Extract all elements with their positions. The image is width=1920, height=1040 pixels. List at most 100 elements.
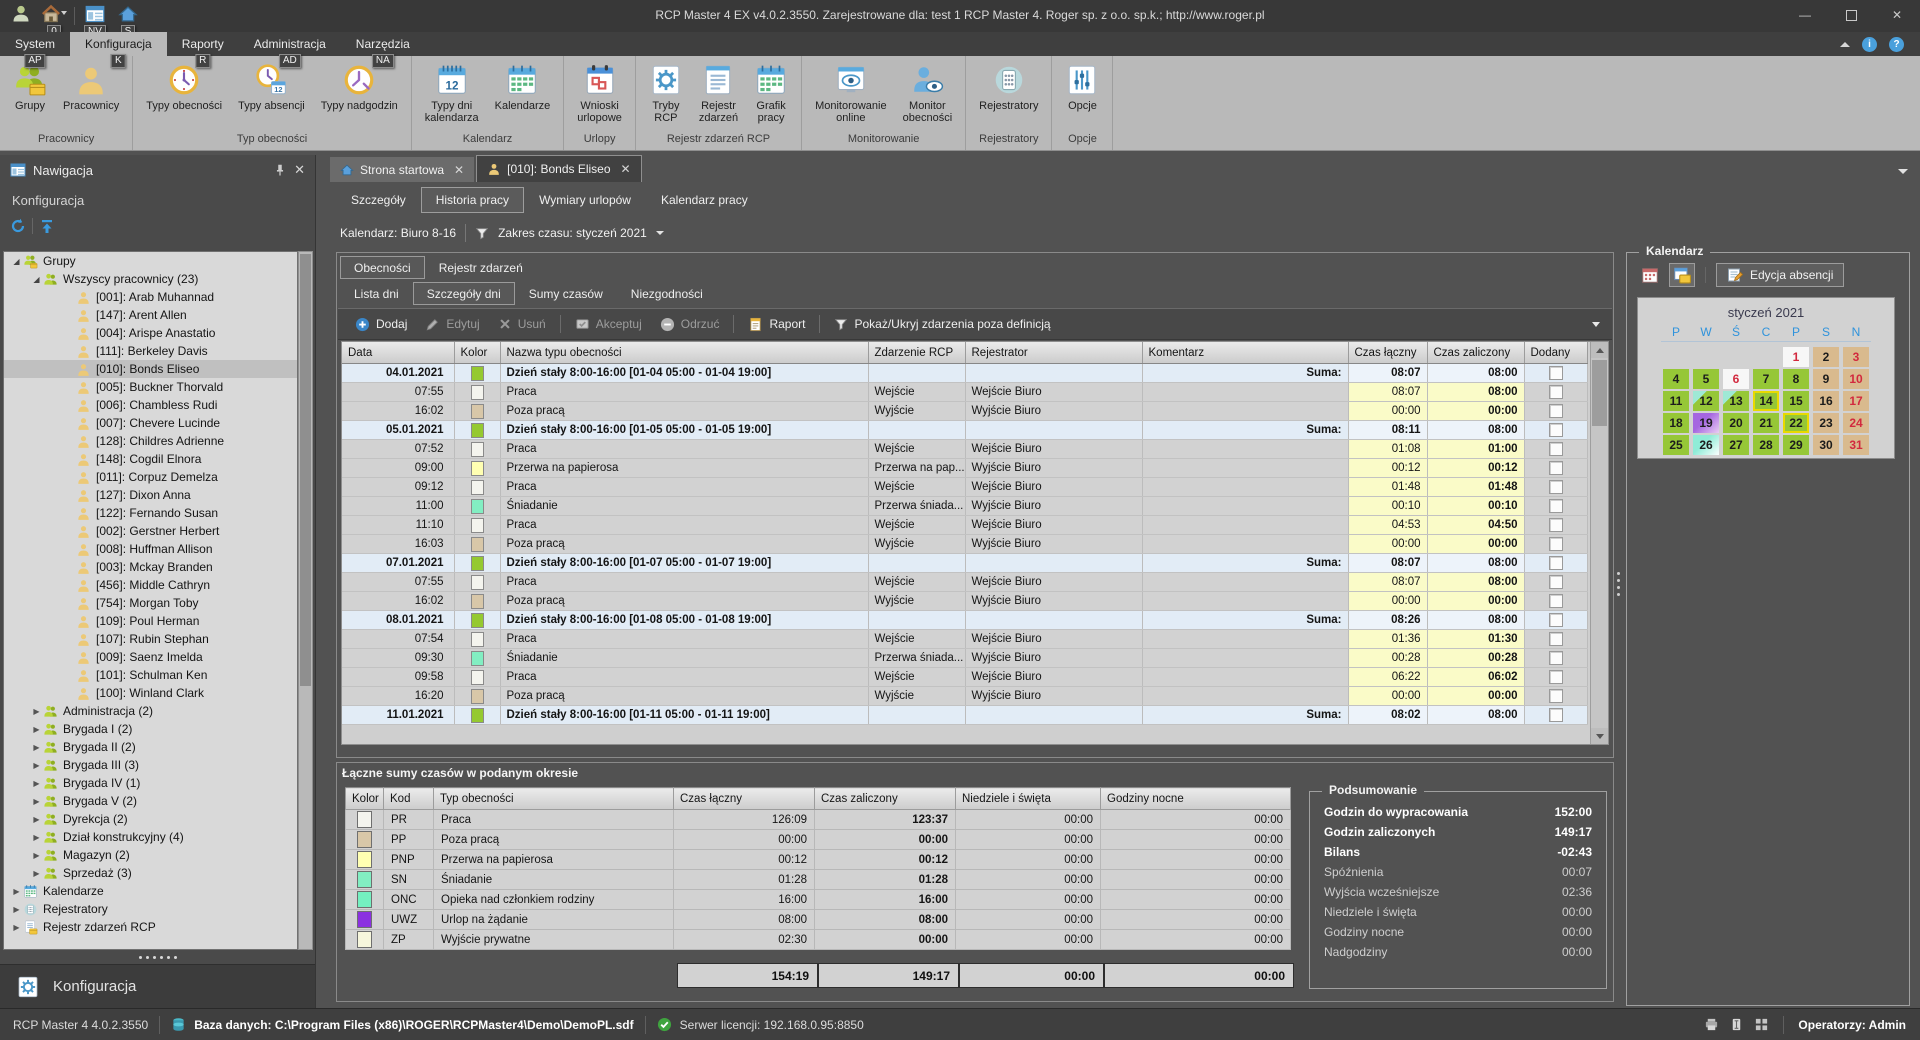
panel-splitter[interactable] xyxy=(0,951,315,964)
added-checkbox[interactable] xyxy=(1549,613,1563,627)
tree-item[interactable]: Magazyn (2) xyxy=(4,846,297,864)
tree-item[interactable]: Sprzedaż (3) xyxy=(4,864,297,882)
minimize-button[interactable]: — xyxy=(1782,0,1828,30)
totals-row[interactable]: PR Praca 126:09 123:37 00:00 00:00 xyxy=(346,810,1291,830)
ribbon-button[interactable]: Typy absencji xyxy=(230,62,313,113)
scrollbar-thumb[interactable] xyxy=(1592,360,1607,426)
calendar-day[interactable]: 17 xyxy=(1843,391,1869,411)
totals-row[interactable]: UWZ Urlop na żądanie 08:00 08:00 00:00 0… xyxy=(346,910,1291,930)
tab-employee-bonds-eliseo[interactable]: [010]: Bonds Eliseo ✕ xyxy=(476,155,641,182)
event-row[interactable]: 11.01.2021 Dzień stały 8:00-16:00 [01-11… xyxy=(342,706,1587,725)
day-view-tab[interactable]: Niezgodności xyxy=(617,282,717,305)
pin-icon[interactable] xyxy=(273,163,287,177)
tree-item[interactable]: [107]: Rubin Stephan xyxy=(4,630,297,648)
calendar-day[interactable]: 22 xyxy=(1783,413,1809,433)
added-checkbox[interactable] xyxy=(1549,423,1563,437)
text-cursor-icon[interactable] xyxy=(1729,1017,1744,1032)
column-header[interactable]: Rejestrator xyxy=(965,342,1142,364)
calendar-day[interactable]: 26 xyxy=(1693,435,1719,455)
calendar-day[interactable]: 28 xyxy=(1753,435,1779,455)
added-checkbox[interactable] xyxy=(1549,385,1563,399)
edit-button[interactable]: Edytuj xyxy=(416,314,488,335)
toggle-events-outside-definition-button[interactable]: Pokaż/Ukryj zdarzenia poza definicją xyxy=(825,314,1059,334)
calendar-day[interactable]: 24 xyxy=(1843,413,1869,433)
calendar-day[interactable]: 2 xyxy=(1813,347,1839,367)
absence-view-button[interactable] xyxy=(1669,263,1695,287)
tree-item[interactable]: [003]: Mckay Branden xyxy=(4,558,297,576)
maximize-button[interactable] xyxy=(1828,0,1874,30)
expand-arrow-icon[interactable] xyxy=(30,779,43,788)
event-row[interactable]: 09:58 Praca Wejście Wejście Biuro 06:22 … xyxy=(342,668,1587,687)
expand-arrow-icon[interactable] xyxy=(30,725,43,734)
close-tab-icon[interactable]: ✕ xyxy=(454,163,464,177)
calendar-day[interactable]: 1 xyxy=(1783,347,1809,367)
add-button[interactable]: Dodaj xyxy=(346,314,416,335)
tree-item[interactable]: [128]: Childres Adrienne xyxy=(4,432,297,450)
printer-icon[interactable] xyxy=(1704,1017,1719,1032)
expand-arrow-icon[interactable] xyxy=(30,761,43,770)
added-checkbox[interactable] xyxy=(1549,632,1563,646)
added-checkbox[interactable] xyxy=(1549,651,1563,665)
tree-item[interactable]: [001]: Arab Muhannad xyxy=(4,288,297,306)
expand-arrow-icon[interactable] xyxy=(10,905,23,914)
calendar-day[interactable]: 15 xyxy=(1783,391,1809,411)
edit-absence-button[interactable]: Edycja absencji xyxy=(1716,263,1844,287)
collapse-ribbon-icon[interactable] xyxy=(1840,42,1850,47)
calendar-day[interactable]: 27 xyxy=(1723,435,1749,455)
ribbon-button[interactable]: Grupy xyxy=(5,62,55,113)
expand-arrow-icon[interactable] xyxy=(30,275,43,284)
ribbon-button[interactable]: Pracownicy xyxy=(55,62,127,113)
column-header[interactable]: Komentarz xyxy=(1142,342,1348,364)
tree-item[interactable]: [009]: Saenz Imelda xyxy=(4,648,297,666)
tree-item[interactable]: Wszyscy pracownicy (23) xyxy=(4,270,297,288)
dropdown-caret-icon[interactable] xyxy=(656,231,664,235)
column-header[interactable]: Kod xyxy=(384,788,434,810)
attendance-tab[interactable]: Obecności xyxy=(340,256,425,279)
refresh-icon[interactable] xyxy=(10,218,26,234)
calendar-day[interactable]: 11 xyxy=(1663,391,1689,411)
event-row[interactable]: 07:55 Praca Wejście Wejście Biuro 08:07 … xyxy=(342,573,1587,592)
page-tab[interactable]: Wymiary urlopów xyxy=(524,187,646,213)
scrollbar-thumb[interactable] xyxy=(300,254,311,686)
tree-item[interactable]: [122]: Fernando Susan xyxy=(4,504,297,522)
ribbon-button[interactable]: Kalendarze xyxy=(487,62,559,113)
added-checkbox[interactable] xyxy=(1549,366,1563,380)
added-checkbox[interactable] xyxy=(1549,556,1563,570)
reject-button[interactable]: Odrzuć xyxy=(651,314,729,335)
tree-item[interactable]: [005]: Buckner Thorvald xyxy=(4,378,297,396)
ribbon-button[interactable]: Rejestratory xyxy=(971,62,1046,113)
column-header[interactable]: Nazwa typu obecności xyxy=(500,342,868,364)
calendar-day[interactable]: 14 xyxy=(1753,391,1779,411)
tree-item[interactable]: Brygada II (2) xyxy=(4,738,297,756)
page-tab[interactable]: Historia pracy xyxy=(421,187,524,213)
tree-item[interactable]: [101]: Schulman Ken xyxy=(4,666,297,684)
calendar-day[interactable]: 21 xyxy=(1753,413,1779,433)
calendar-day[interactable]: 4 xyxy=(1663,369,1689,389)
tree-item[interactable]: [004]: Arispe Anastatio xyxy=(4,324,297,342)
close-panel-icon[interactable]: ✕ xyxy=(294,162,305,178)
tree-item[interactable]: [754]: Morgan Toby xyxy=(4,594,297,612)
totals-row[interactable]: PNP Przerwa na papierosa 00:12 00:12 00:… xyxy=(346,850,1291,870)
calendar-day[interactable]: 3 xyxy=(1843,347,1869,367)
day-view-tab[interactable]: Lista dni xyxy=(340,282,413,305)
delete-button[interactable]: Usuń xyxy=(489,314,555,334)
ribbon-button[interactable]: Rejestr zdarzeń xyxy=(691,62,746,126)
attendance-tab[interactable]: Rejestr zdarzeń xyxy=(425,256,537,279)
ribbon-button[interactable]: Typy nadgodzin xyxy=(313,62,406,113)
scroll-down-arrow[interactable] xyxy=(1591,728,1608,744)
tree-item[interactable]: [100]: Winland Clark xyxy=(4,684,297,702)
tree-item[interactable]: Brygada I (2) xyxy=(4,720,297,738)
column-header[interactable]: Niedziele i święta xyxy=(956,788,1101,810)
calendar-day[interactable]: 18 xyxy=(1663,413,1689,433)
calendar-day[interactable]: 29 xyxy=(1783,435,1809,455)
tree-scrollbar[interactable] xyxy=(298,251,313,950)
expand-arrow-icon[interactable] xyxy=(30,707,43,716)
ribbon-tab[interactable]: Administracja AD xyxy=(239,32,341,56)
ribbon-button[interactable]: Wnioski urlopowe xyxy=(569,62,630,126)
tree-item[interactable]: [008]: Huffman Allison xyxy=(4,540,297,558)
tree-item[interactable]: [127]: Dixon Anna xyxy=(4,486,297,504)
event-row[interactable]: 07:52 Praca Wejście Wejście Biuro 01:08 … xyxy=(342,440,1587,459)
column-header[interactable]: Zdarzenie RCP xyxy=(868,342,965,364)
expand-arrow-icon[interactable] xyxy=(30,797,43,806)
calendar-day[interactable]: 20 xyxy=(1723,413,1749,433)
